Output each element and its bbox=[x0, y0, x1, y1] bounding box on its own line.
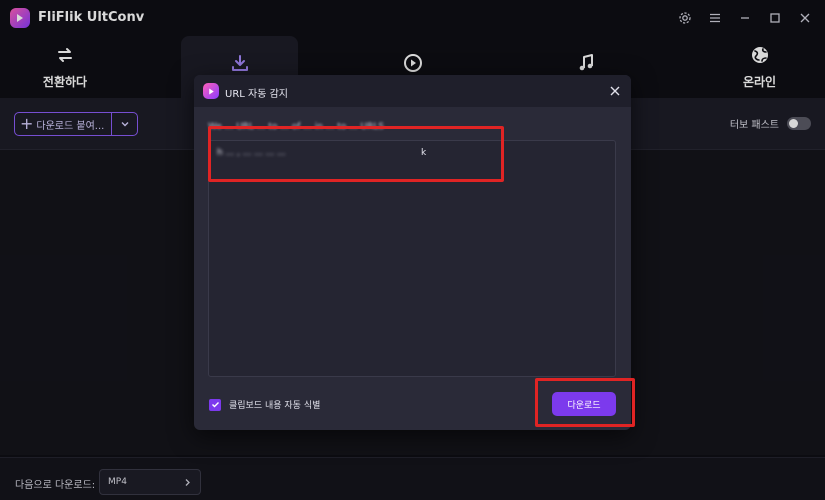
chevron-down-icon bbox=[121, 122, 128, 127]
app-title: FliFlik UltConv bbox=[38, 10, 145, 25]
tab-online-label: 온라인 bbox=[742, 74, 777, 89]
dialog-app-icon bbox=[203, 83, 219, 99]
url-auto-detect-dialog: URL 자동 감지 We ... URL ... to ... of ... i… bbox=[194, 75, 631, 430]
auto-identify-checkbox[interactable] bbox=[209, 398, 221, 411]
minimize-icon[interactable] bbox=[733, 6, 757, 30]
tab-convert-label: 전환하다 bbox=[42, 74, 88, 89]
dialog-hint-text: We ... URL ... to ... of ... in ... to .… bbox=[208, 122, 385, 132]
convert-arrows-icon bbox=[58, 47, 72, 62]
paste-url-button[interactable]: + 다운로드 붙여... bbox=[15, 113, 111, 135]
tab-online[interactable]: 온라인 bbox=[702, 36, 817, 98]
play-icon bbox=[403, 54, 422, 72]
turbo-fast-label: 터보 패스트 bbox=[729, 120, 779, 131]
dialog-close-icon[interactable] bbox=[605, 81, 625, 101]
turbo-fast-setting: 터보 패스트 bbox=[730, 116, 811, 131]
bottom-bar: 다음으로 다운로드: MP4 bbox=[0, 457, 825, 500]
maximize-icon[interactable] bbox=[763, 6, 787, 30]
auto-identify-label: 클립보드 내용 자동 식별 bbox=[229, 401, 321, 411]
auto-identify-clipboard-option[interactable]: 클립보드 내용 자동 식별 bbox=[209, 398, 320, 411]
chevron-right-icon bbox=[185, 478, 190, 486]
settings-gear-icon[interactable] bbox=[673, 6, 697, 30]
close-window-icon[interactable] bbox=[793, 6, 817, 30]
paste-options-dropdown[interactable] bbox=[111, 113, 137, 135]
title-bar: FliFlik UltConv bbox=[0, 0, 825, 36]
app-window: FliFlik UltConv 전환하다 온라인 + 다운로드 붙여... 터보… bbox=[0, 0, 825, 500]
download-icon bbox=[231, 55, 248, 71]
menu-hamburger-icon[interactable] bbox=[703, 6, 727, 30]
dialog-header: URL 자동 감지 bbox=[194, 75, 631, 107]
paste-url-label: 다운로드 붙여... bbox=[36, 120, 105, 132]
dialog-title: URL 자동 감지 bbox=[225, 89, 288, 100]
music-note-icon bbox=[579, 54, 593, 71]
output-format-select[interactable]: MP4 bbox=[99, 469, 201, 495]
url-input-value-end: k bbox=[421, 148, 427, 158]
checkmark-icon bbox=[211, 402, 219, 408]
window-controls bbox=[673, 6, 817, 30]
plus-icon: + bbox=[20, 114, 34, 133]
globe-icon bbox=[751, 46, 768, 63]
url-input-value: h ... , ... ... ... ... bbox=[217, 148, 286, 158]
tab-convert[interactable]: 전환하다 bbox=[10, 36, 120, 98]
url-input-area[interactable]: h ... , ... ... ... ... k bbox=[208, 140, 616, 377]
output-format-value: MP4 bbox=[108, 477, 127, 487]
paste-url-split-button: + 다운로드 붙여... bbox=[14, 112, 138, 136]
download-as-label: 다음으로 다운로드: bbox=[15, 480, 96, 491]
download-button[interactable]: 다운로드 bbox=[552, 392, 616, 416]
app-logo-icon bbox=[10, 8, 30, 28]
turbo-fast-toggle[interactable] bbox=[787, 117, 811, 130]
